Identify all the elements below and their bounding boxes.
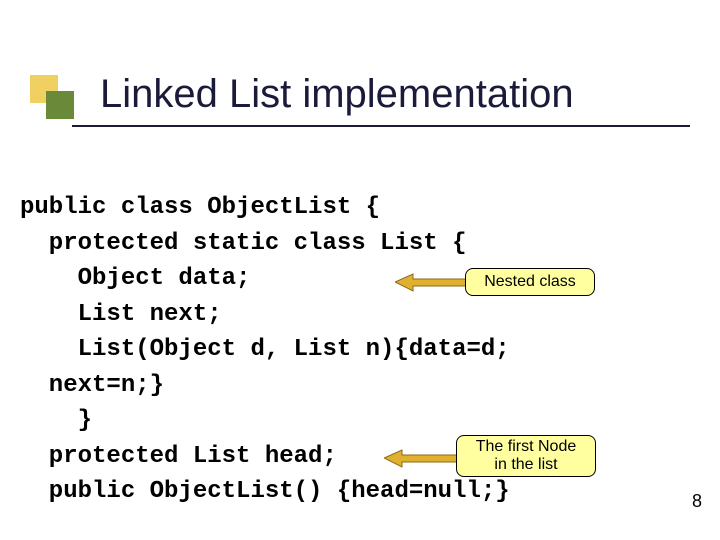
code-block: public class ObjectList { protected stat… [20,190,700,510]
callout-nested: Nested class [465,268,595,296]
code-line-2: protected static class List { [20,226,700,262]
code-line-4: List next; [20,297,700,333]
page-number: 8 [692,491,702,512]
code-line-6: next=n;} [20,368,700,404]
code-line-7: } [20,403,700,439]
green-square-icon [46,91,74,119]
code-line-1: public class ObjectList { [20,190,700,226]
code-line-9: public ObjectList() {head=null;} [20,474,700,510]
title-bar: Linked List implementation [30,70,690,140]
callout-first-node-line1: The first Node [476,438,576,456]
code-line-5: List(Object d, List n){data=d; [20,332,700,368]
slide-title: Linked List implementation [100,72,574,117]
callout-first-node: The first Node in the list [456,435,596,477]
code-line-3: Object data; [20,261,700,297]
code-line-8: protected List head; [20,439,700,475]
title-decoration-icon [30,75,72,117]
title-underline [72,125,690,127]
callout-nested-text: Nested class [484,273,576,291]
callout-first-node-line2: in the list [476,456,576,474]
